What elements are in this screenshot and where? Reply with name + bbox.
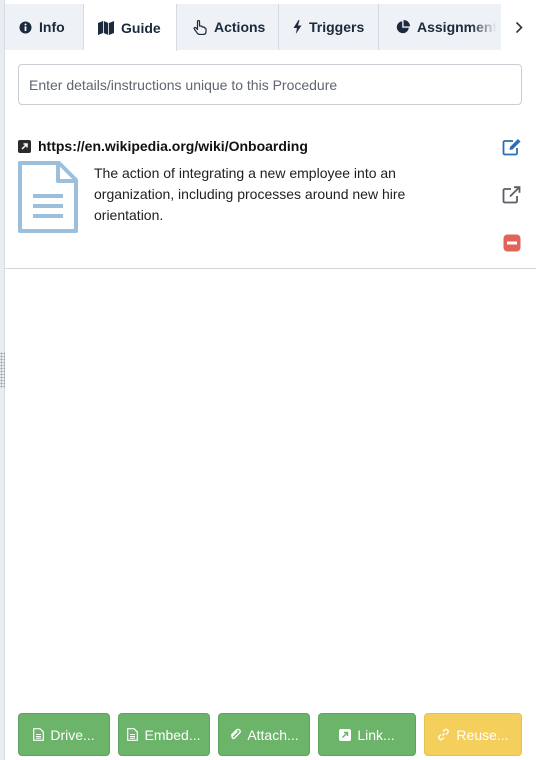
reuse-button[interactable]: Reuse... <box>424 713 522 756</box>
attach-button[interactable]: Attach... <box>218 713 310 756</box>
tab-assignments-label: Assignment <box>417 19 498 35</box>
file-icon <box>33 728 45 741</box>
external-link-icon <box>502 186 521 204</box>
file-icon <box>127 728 139 741</box>
link-button-label: Link... <box>357 726 395 743</box>
map-icon <box>98 20 114 35</box>
left-rail <box>0 0 5 760</box>
document-icon <box>18 161 78 233</box>
chevron-right-icon <box>515 21 523 33</box>
resize-handle[interactable] <box>0 352 5 388</box>
embed-button-label: Embed... <box>144 726 201 743</box>
open-guide-link-button[interactable] <box>500 183 524 207</box>
reuse-button-label: Reuse... <box>456 726 509 743</box>
info-icon <box>19 21 32 33</box>
pointer-hand-icon <box>193 19 207 35</box>
guide-item-description: The action of integrating a new employee… <box>94 165 406 223</box>
drive-button[interactable]: Drive... <box>18 713 110 756</box>
external-link-square-icon <box>18 139 31 153</box>
tab-guide[interactable]: Guide <box>84 4 177 51</box>
guide-item-url[interactable]: https://en.wikipedia.org/wiki/Onboarding <box>38 138 308 154</box>
tab-info-label: Info <box>39 19 65 35</box>
attach-button-label: Attach... <box>247 726 299 743</box>
paperclip-icon <box>231 728 242 740</box>
tab-scroll-right-button[interactable] <box>501 4 536 50</box>
tab-actions[interactable]: Actions <box>177 4 279 50</box>
bolt-icon <box>293 20 302 34</box>
edit-guide-item-button[interactable] <box>500 135 524 159</box>
tab-bar: Info Guide Actions Triggers Assignment <box>5 4 536 51</box>
guide-item-link[interactable]: https://en.wikipedia.org/wiki/Onboarding <box>18 138 308 154</box>
procedure-instructions-input[interactable] <box>18 64 522 105</box>
link-button[interactable]: Link... <box>318 713 416 756</box>
embed-button[interactable]: Embed... <box>118 713 210 756</box>
guide-actions-toolbar: Drive... Embed... Attach... Link... Reus… <box>18 713 522 756</box>
external-link-square-icon <box>339 728 352 741</box>
link-chain-icon <box>438 728 450 741</box>
tab-triggers[interactable]: Triggers <box>279 4 379 50</box>
edit-icon <box>502 139 521 156</box>
minus-square-icon <box>503 234 521 252</box>
remove-guide-item-button[interactable] <box>500 231 524 255</box>
tab-assignments[interactable]: Assignment <box>379 4 501 50</box>
tab-actions-label: Actions <box>214 19 266 35</box>
pie-chart-icon <box>396 20 410 34</box>
tab-guide-label: Guide <box>121 19 161 36</box>
tab-info[interactable]: Info <box>5 4 84 50</box>
drive-button-label: Drive... <box>50 726 95 743</box>
guide-item-card: https://en.wikipedia.org/wiki/Onboarding… <box>5 128 536 269</box>
tab-triggers-label: Triggers <box>309 19 365 35</box>
